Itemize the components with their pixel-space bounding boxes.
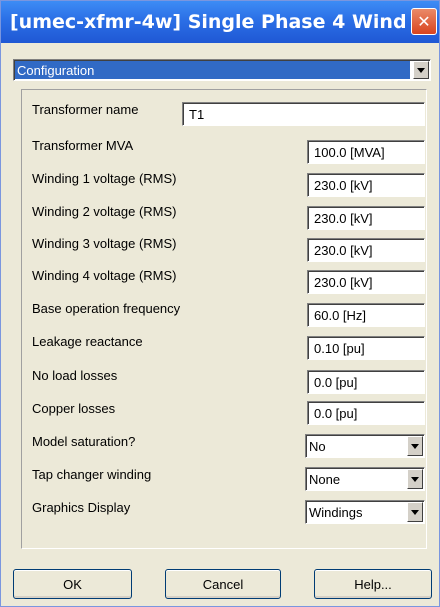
param-label: Transformer name — [32, 102, 139, 117]
chevron-down-icon — [411, 476, 419, 482]
tap-changer-winding-select[interactable]: None — [305, 467, 425, 491]
param-label: Copper losses — [32, 401, 116, 416]
winding-1-voltage-input[interactable]: 230.0 [kV] — [307, 173, 425, 197]
param-label: Transformer MVA — [32, 138, 134, 153]
model-saturation-value: No — [309, 438, 326, 454]
param-label: Model saturation? — [32, 434, 136, 449]
tap-changer-winding-value: None — [309, 471, 341, 487]
category-dropdown[interactable]: Configuration — [13, 59, 431, 81]
close-button[interactable]: ✕ — [411, 8, 437, 35]
param-label: Winding 2 voltage (RMS) — [32, 204, 177, 219]
param-label: Winding 3 voltage (RMS) — [32, 236, 177, 251]
chevron-down-icon — [411, 509, 419, 515]
param-label: Winding 4 voltage (RMS) — [32, 268, 177, 283]
copper-losses-input[interactable]: 0.0 [pu] — [307, 401, 425, 425]
chevron-down-icon — [411, 443, 419, 449]
transformer-mva-input[interactable]: 100.0 [MVA] — [307, 140, 425, 164]
param-label: Base operation frequency — [32, 301, 181, 316]
param-label: Leakage reactance — [32, 334, 143, 349]
param-label: Winding 1 voltage (RMS) — [32, 171, 177, 186]
window-title: [umec-xfmr-4w] Single Phase 4 Winding UM… — [10, 11, 405, 33]
chevron-down-icon — [417, 67, 425, 73]
no-load-losses-input[interactable]: 0.0 [pu] — [307, 370, 425, 394]
winding-3-voltage-input[interactable]: 230.0 [kV] — [307, 238, 425, 262]
param-label: Graphics Display — [32, 500, 131, 515]
close-icon: ✕ — [417, 11, 431, 31]
winding-2-voltage-input[interactable]: 230.0 [kV] — [307, 206, 425, 230]
category-dropdown-button[interactable] — [413, 61, 429, 79]
ok-button[interactable]: OK — [13, 569, 132, 599]
help-button[interactable]: Help... — [314, 569, 432, 599]
winding-4-voltage-input[interactable]: 230.0 [kV] — [307, 270, 425, 294]
title-bar[interactable]: [umec-xfmr-4w] Single Phase 4 Winding UM… — [1, 1, 439, 43]
tap-changer-dropdown-button[interactable] — [407, 469, 423, 489]
model-saturation-dropdown-button[interactable] — [407, 436, 423, 456]
category-selected: Configuration — [15, 61, 410, 79]
parameters-dialog: [umec-xfmr-4w] Single Phase 4 Winding UM… — [0, 0, 440, 607]
cancel-button[interactable]: Cancel — [165, 569, 281, 599]
transformer-name-input[interactable]: T1 — [182, 102, 425, 126]
graphics-display-select[interactable]: Windings — [305, 500, 425, 524]
graphics-display-value: Windings — [309, 504, 363, 520]
leakage-reactance-input[interactable]: 0.10 [pu] — [307, 336, 425, 360]
graphics-display-dropdown-button[interactable] — [407, 502, 423, 522]
param-label: Tap changer winding — [32, 467, 152, 482]
param-label: No load losses — [32, 368, 118, 383]
model-saturation-select[interactable]: No — [305, 434, 425, 458]
base-frequency-input[interactable]: 60.0 [Hz] — [307, 303, 425, 327]
